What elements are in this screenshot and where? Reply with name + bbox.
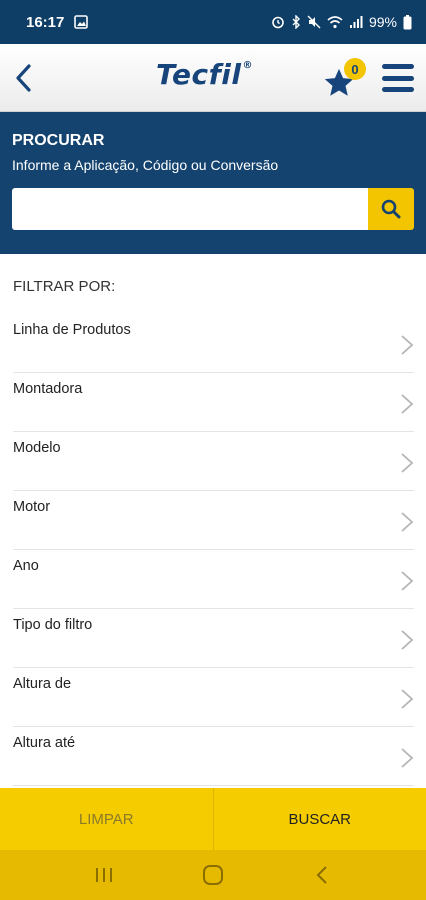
filter-label: Linha de Produtos	[13, 322, 131, 338]
mute-icon	[307, 15, 321, 29]
search-title: PROCURAR	[12, 132, 105, 149]
chevron-right-icon	[401, 335, 414, 355]
alarm-icon	[271, 15, 285, 29]
bluetooth-icon	[291, 15, 301, 29]
filter-label: Ano	[13, 558, 39, 574]
filter-label: Tipo do filtro	[13, 617, 93, 633]
status-time: 16:17	[26, 13, 65, 31]
chevron-right-icon	[401, 453, 414, 473]
menu-button[interactable]	[380, 62, 416, 94]
favorites-count-badge: 0	[344, 58, 366, 80]
app-header: Tecfil® 0	[0, 44, 426, 112]
home-icon	[202, 865, 223, 885]
search-icon	[381, 199, 401, 219]
search-input[interactable]	[12, 188, 368, 230]
hamburger-icon-line	[382, 75, 414, 81]
chevron-right-icon	[401, 689, 414, 709]
chevron-left-icon	[16, 64, 31, 92]
logo-text: Tecfil	[156, 58, 242, 91]
filter-label: Modelo	[13, 440, 61, 456]
filter-label: Altura de	[13, 676, 72, 692]
gallery-icon	[74, 15, 89, 29]
recent-apps-icon	[96, 868, 113, 882]
filter-heading: FILTRAR POR:	[13, 278, 116, 295]
filter-label: Montadora	[13, 381, 83, 397]
back-button[interactable]	[8, 62, 38, 94]
filter-item-model[interactable]: Modelo	[13, 432, 414, 491]
recent-apps-button[interactable]	[84, 855, 124, 895]
filter-label: Motor	[13, 499, 51, 515]
filter-item-manufacturer[interactable]: Montadora	[13, 373, 414, 432]
filter-item-height-from[interactable]: Altura de	[13, 668, 414, 727]
favorites-button[interactable]: 0	[322, 58, 368, 100]
chevron-right-icon	[401, 571, 414, 591]
filter-item-product-line[interactable]: Linha de Produtos	[13, 314, 414, 373]
signal-icon	[349, 15, 363, 29]
chevron-right-icon	[401, 748, 414, 768]
wifi-icon	[327, 15, 343, 29]
filters-section: FILTRAR POR: Linha de Produtos Montadora…	[0, 254, 426, 786]
filter-list: Linha de Produtos Montadora Modelo Motor…	[0, 314, 426, 786]
search-button[interactable]	[368, 188, 414, 230]
system-back-button[interactable]	[302, 855, 342, 895]
filter-item-year[interactable]: Ano	[13, 550, 414, 609]
search-submit-button[interactable]: BUSCAR	[214, 788, 426, 850]
logo-registered-mark: ®	[242, 60, 253, 71]
chevron-right-icon	[401, 512, 414, 532]
back-arrow-icon	[316, 866, 327, 884]
chevron-right-icon	[401, 630, 414, 650]
filter-item-height-to[interactable]: Altura até	[13, 727, 414, 786]
chevron-right-icon	[401, 394, 414, 414]
action-bar: LIMPAR BUSCAR	[0, 788, 426, 850]
hamburger-icon-line	[382, 64, 414, 69]
search-subtitle: Informe a Aplicação, Código ou Conversão	[12, 157, 279, 173]
filter-item-filter-type[interactable]: Tipo do filtro	[13, 609, 414, 668]
search-section: PROCURAR Informe a Aplicação, Código ou …	[0, 112, 426, 254]
tecfil-logo: Tecfil®	[156, 58, 253, 91]
filter-item-engine[interactable]: Motor	[13, 491, 414, 550]
home-button[interactable]	[193, 855, 233, 895]
battery-icon	[403, 14, 412, 30]
status-icons: 99%	[271, 14, 412, 30]
filter-label: Altura até	[13, 735, 76, 751]
clear-button[interactable]: LIMPAR	[0, 788, 214, 850]
status-bar: 16:17 99%	[0, 0, 426, 44]
system-nav-bar	[0, 850, 426, 900]
hamburger-icon-line	[382, 87, 414, 92]
battery-percent: 99%	[368, 14, 397, 30]
search-row	[12, 188, 414, 230]
